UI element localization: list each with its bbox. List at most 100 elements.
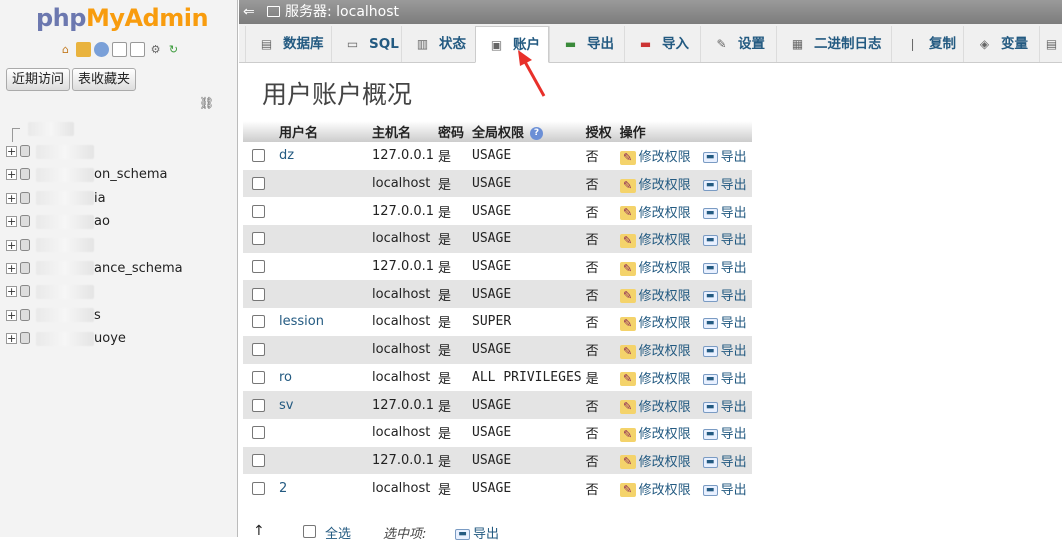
export-link[interactable]: ▬ 导出 xyxy=(702,150,747,165)
export-link[interactable]: ▬ 导出 xyxy=(702,427,747,442)
home-icon[interactable]: ⌂ xyxy=(58,42,73,57)
row-checkbox[interactable] xyxy=(252,481,265,495)
export-link[interactable]: ▬ 导出 xyxy=(702,178,747,193)
export-link[interactable]: ▬ 导出 xyxy=(702,400,747,415)
edit-privileges-label: 修改权限 xyxy=(638,233,691,249)
row-checkbox[interactable] xyxy=(252,426,265,440)
database-name[interactable]: s xyxy=(36,304,101,327)
recent-tables-button[interactable]: 近期访问 xyxy=(6,68,71,91)
tree-database-item[interactable]: + on_schema xyxy=(6,163,236,186)
edit-privileges-link[interactable]: ✎ 修改权限 xyxy=(619,316,691,331)
tab-status[interactable]: ▥ 状态 xyxy=(401,26,475,62)
database-name[interactable] xyxy=(36,280,94,303)
database-name[interactable] xyxy=(36,140,94,163)
tree-database-item[interactable]: + ance_schema xyxy=(6,257,236,280)
export-link[interactable]: ▬ 导出 xyxy=(702,206,747,221)
export-link[interactable]: ▬ 导出 xyxy=(702,233,747,248)
expand-icon[interactable]: + xyxy=(6,239,17,251)
docs-icon-2[interactable] xyxy=(130,42,145,57)
database-name[interactable]: ia xyxy=(36,187,106,210)
database-name[interactable] xyxy=(36,234,94,257)
tab-binary-log[interactable]: ▦ 二进制日志 xyxy=(776,26,891,62)
tab-import[interactable]: ▬ 导入 xyxy=(624,26,700,62)
phpmyadmin-logo[interactable]: phpMyAdmin xyxy=(36,4,209,32)
export-link[interactable]: ▬ 导出 xyxy=(702,372,747,387)
row-checkbox[interactable] xyxy=(252,398,265,412)
edit-privileges-link[interactable]: ✎ 修改权限 xyxy=(619,344,691,359)
export-link[interactable]: ▬ 导出 xyxy=(702,344,747,359)
export-link[interactable]: ▬ 导出 xyxy=(702,455,747,470)
export-link[interactable]: ▬ 导出 xyxy=(702,483,747,498)
database-name[interactable]: on_schema xyxy=(36,163,167,186)
edit-privileges-link[interactable]: ✎ 修改权限 xyxy=(619,206,691,221)
edit-privileges-link[interactable]: ✎ 修改权限 xyxy=(619,178,691,193)
edit-privileges-link[interactable]: ✎ 修改权限 xyxy=(619,233,691,249)
edit-privileges-link[interactable]: ✎ 修改权限 xyxy=(619,372,691,387)
expand-icon[interactable]: + xyxy=(6,216,17,228)
server-tabs: ▤ 数据库 ▭ SQL ▥ 状态 ▣ 账户 ▬ 导出 ▬ 导入 ✎ 设置 ▦ 二进制日志 ❘ 复制… xyxy=(239,24,1062,63)
tab-more[interactable]: ▤ xyxy=(1039,26,1062,62)
row-checkbox[interactable] xyxy=(252,177,265,191)
tree-database-item[interactable]: + xyxy=(6,234,236,257)
edit-privileges-link[interactable]: ✎ 修改权限 xyxy=(619,427,691,442)
row-checkbox[interactable] xyxy=(252,260,265,274)
expand-icon[interactable]: + xyxy=(6,169,17,181)
database-name[interactable]: uoye xyxy=(36,327,126,350)
row-checkbox[interactable] xyxy=(252,343,265,357)
edit-privileges-link[interactable]: ✎ 修改权限 xyxy=(619,455,691,470)
edit-privileges-link[interactable]: ✎ 修改权限 xyxy=(619,150,691,165)
expand-icon[interactable]: + xyxy=(6,286,17,298)
edit-privileges-link[interactable]: ✎ 修改权限 xyxy=(619,483,691,498)
export-link[interactable]: ▬ 导出 xyxy=(702,261,747,276)
database-name[interactable]: ao xyxy=(36,210,110,233)
tree-database-item[interactable]: + uoye xyxy=(6,327,236,350)
row-checkbox[interactable] xyxy=(252,287,265,301)
tab-replication[interactable]: ❘ 复制 xyxy=(891,26,963,62)
expand-icon[interactable]: + xyxy=(6,192,17,204)
logout-icon[interactable] xyxy=(76,42,91,57)
row-checkbox[interactable] xyxy=(252,370,265,384)
link-icon[interactable]: ⛓ xyxy=(199,97,215,109)
export-icon: ▬ xyxy=(702,290,718,302)
edit-privileges-link[interactable]: ✎ 修改权限 xyxy=(619,400,691,415)
row-checkbox[interactable] xyxy=(252,453,265,467)
expand-icon[interactable]: + xyxy=(6,333,17,345)
tab-sql[interactable]: ▭ SQL xyxy=(331,26,401,62)
tree-database-item[interactable]: + s xyxy=(6,304,236,327)
tab-export[interactable]: ▬ 导出 xyxy=(549,26,624,62)
row-checkbox[interactable] xyxy=(252,315,265,329)
select-all-label[interactable]: 全选 xyxy=(325,523,351,542)
breadcrumb-server[interactable]: 服务器: localhost xyxy=(285,0,399,24)
tab-settings[interactable]: ✎ 设置 xyxy=(700,26,776,62)
row-checkbox[interactable] xyxy=(252,149,265,163)
tree-database-item[interactable]: + xyxy=(6,280,236,303)
edit-privileges-link[interactable]: ✎ 修改权限 xyxy=(619,289,691,304)
collapse-arrow-icon[interactable]: ⇐ xyxy=(243,0,257,24)
tree-database-item[interactable]: + ao xyxy=(6,210,236,233)
row-checkbox[interactable] xyxy=(252,204,265,218)
docs-icon[interactable] xyxy=(112,42,127,57)
tab-databases[interactable]: ▤ 数据库 xyxy=(245,26,331,62)
tab-variables[interactable]: ◈ 变量 xyxy=(963,26,1039,62)
favorite-tables-button[interactable]: 表收藏夹 xyxy=(72,68,137,91)
database-name[interactable]: ance_schema xyxy=(36,257,183,280)
expand-icon[interactable]: + xyxy=(6,146,17,157)
bulk-export-button[interactable]: ▬ 导出 xyxy=(455,523,499,542)
help-icon[interactable]: ? xyxy=(530,127,544,140)
expand-icon[interactable]: + xyxy=(6,309,17,321)
tree-database-item[interactable]: + ia xyxy=(6,187,236,210)
select-all-checkbox[interactable] xyxy=(303,525,316,538)
password-cell: 是 xyxy=(436,335,471,364)
tree-database-item[interactable]: + xyxy=(6,140,236,163)
expand-icon[interactable]: + xyxy=(6,262,17,274)
reload-icon[interactable]: ↻ xyxy=(166,42,181,57)
replication-icon: ❘ xyxy=(907,37,918,51)
database-icon xyxy=(20,191,30,204)
export-link[interactable]: ▬ 导出 xyxy=(702,289,747,304)
row-checkbox[interactable] xyxy=(252,232,265,246)
query-window-icon[interactable] xyxy=(94,42,109,57)
edit-privileges-link[interactable]: ✎ 修改权限 xyxy=(619,261,691,276)
gear-icon[interactable]: ⚙ xyxy=(148,42,163,57)
export-link[interactable]: ▬ 导出 xyxy=(702,316,747,331)
edit-privileges-icon: ✎ xyxy=(619,344,636,359)
